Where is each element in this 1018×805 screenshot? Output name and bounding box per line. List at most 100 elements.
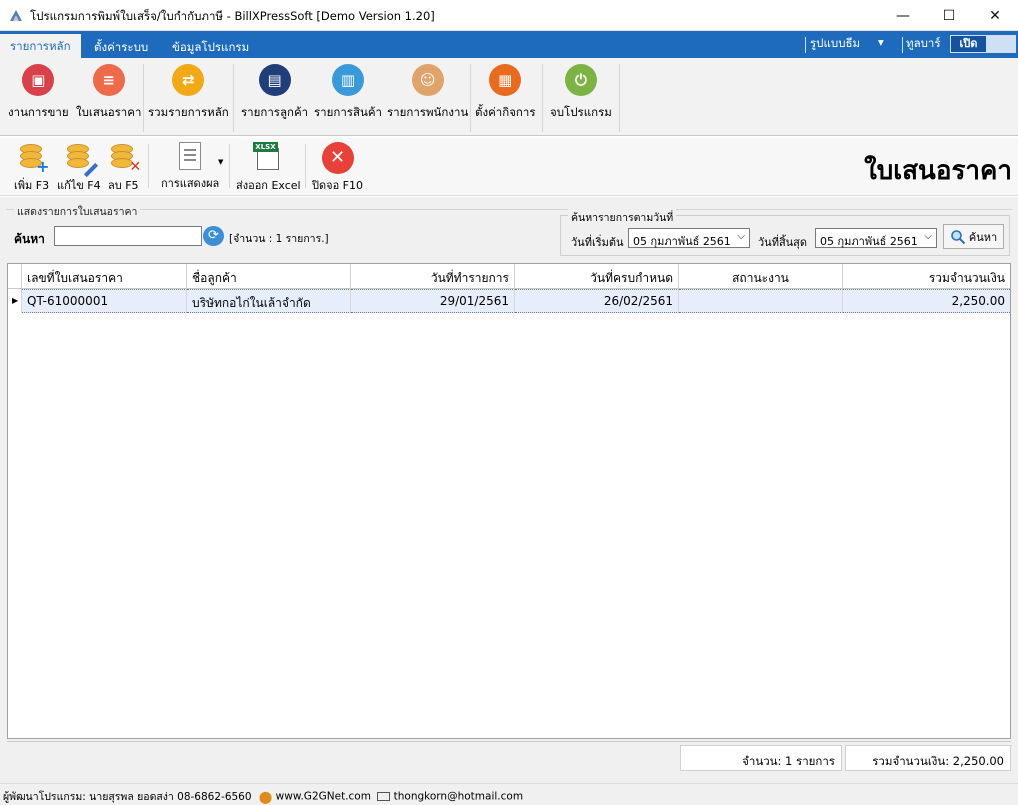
theme-menu[interactable]: รูปแบบธีม: [810, 35, 860, 53]
toolbar-label: ทูลบาร์: [906, 36, 941, 50]
database-edit-icon: [66, 142, 98, 178]
column-header-total[interactable]: รวมจำนวนเงิน: [843, 264, 1010, 289]
summary-count: จำนวน: 1 รายการ: [680, 745, 842, 771]
magnifier-icon: [951, 229, 966, 244]
window-title: โปรแกรมการพิมพ์ใบเสร็จ/ใบกำกับภาษี - Bil…: [30, 9, 435, 23]
toolbar-toggle-track[interactable]: [987, 35, 1016, 53]
end-date-label: วันที่สิ้นสุด: [758, 236, 808, 249]
maximize-button[interactable]: ☐: [926, 0, 972, 31]
find-button[interactable]: ค้นหา: [943, 224, 1004, 249]
cell-customer[interactable]: บริษัทกอไก่ในเล้าจำกัด: [187, 289, 351, 313]
exit-program-button[interactable]: ⏻ จบโปรแกรม: [550, 64, 612, 122]
quotation-list-panel: แสดงรายการใบเสนอราคา ค้นหา ⟳ [จำนวน : 1 …: [0, 197, 1018, 787]
toolbar-divider: [305, 144, 306, 188]
website-link[interactable]: www.G2GNet.com: [276, 791, 371, 803]
employees-button[interactable]: ☺ รายการพนักงาน: [387, 64, 468, 122]
ribbon-divider: [143, 64, 144, 132]
xlsx-badge: XLSX: [253, 142, 278, 152]
database-delete-icon: ✕: [111, 142, 141, 174]
exchange-icon: ⇄: [172, 64, 205, 96]
search-label: ค้นหา: [14, 232, 45, 246]
close-screen-button[interactable]: ✕ ปิดจอ F10: [312, 142, 363, 194]
column-header-date[interactable]: วันที่ทำรายการ: [351, 264, 515, 289]
title-bar: โปรแกรมการพิมพ์ใบเสร็จ/ใบกำกับภาษี - Bil…: [0, 0, 1018, 31]
export-excel-label: ส่งออก Excel: [236, 179, 301, 192]
delete-button[interactable]: ✕ ลบ F5: [108, 142, 141, 194]
cell-status[interactable]: [679, 289, 843, 313]
power-icon: ⏻: [564, 64, 597, 96]
chevron-down-icon: ⌵: [737, 231, 745, 242]
tab-divider: [902, 37, 903, 53]
group-label: แสดงรายการใบเสนอราคา: [14, 203, 141, 220]
end-date-picker[interactable]: 05 กุมภาพันธ์ 2561 ⌵: [815, 228, 937, 248]
find-label: ค้นหา: [968, 230, 998, 244]
cell-due-date[interactable]: 26/02/2561: [515, 289, 679, 313]
tab-program-info[interactable]: ข้อมูลโปรแกรม: [162, 36, 259, 58]
business-settings-button[interactable]: ▦ ตั้งค่ากิจการ: [475, 64, 536, 122]
ribbon-tab-bar: รายการหลัก ตั้งค่าระบบ ข้อมูลโปรแกรม รูป…: [0, 31, 1018, 58]
excel-export-icon: XLSX: [253, 142, 283, 172]
toolbar-divider: [148, 144, 149, 188]
toolbar: + เพิ่ม F3 แก้ไข F4 ✕ ลบ F5 การแสดงผล ▼ …: [0, 138, 1018, 196]
email-link[interactable]: thongkorn@hotmail.com: [394, 791, 523, 803]
cell-number[interactable]: QT-61000001: [22, 289, 187, 313]
view-mode-label: การแสดงผล: [161, 177, 220, 190]
developer-info: ผู้พัฒนาโปรแกรม: นายสุรพล ยอดสง่า 08-686…: [3, 791, 252, 803]
minimize-button[interactable]: —: [880, 0, 926, 31]
search-input[interactable]: [54, 226, 202, 246]
close-screen-label: ปิดจอ F10: [312, 179, 363, 192]
cell-date[interactable]: 29/01/2561: [351, 289, 515, 313]
employees-label: รายการพนักงาน: [387, 105, 469, 119]
dropdown-arrow-icon[interactable]: ▼: [218, 158, 223, 166]
document-icon: [179, 142, 202, 170]
close-window-button[interactable]: ✕: [972, 0, 1018, 31]
all-items-button[interactable]: ⇄ รวมรายการหลัก: [148, 64, 229, 122]
add-button[interactable]: + เพิ่ม F3: [14, 142, 50, 194]
tab-divider: [805, 37, 806, 53]
column-header-customer[interactable]: ชื่อลูกค้า: [187, 264, 351, 289]
column-header-number[interactable]: เลขที่ใบเสนอราคา: [22, 264, 187, 289]
tab-main-items[interactable]: รายการหลัก: [0, 34, 81, 58]
customers-label: รายการลูกค้า: [241, 105, 309, 119]
column-header-due-date[interactable]: วันที่ครบกำหนด: [515, 264, 679, 289]
employees-icon: ☺: [411, 64, 444, 96]
start-date-picker[interactable]: 05 กุมภาพันธ์ 2561 ⌵: [628, 228, 750, 248]
status-bar: ผู้พัฒนาโปรแกรม: นายสุรพล ยอดสง่า 08-686…: [0, 783, 1018, 805]
customer-card-icon: ▤: [258, 64, 291, 96]
edit-button[interactable]: แก้ไข F4: [57, 142, 101, 194]
database-add-icon: +: [19, 142, 50, 175]
edit-label: แก้ไข F4: [57, 179, 101, 192]
products-icon: ▥: [332, 64, 364, 96]
view-mode-button[interactable]: การแสดงผล: [161, 142, 219, 192]
business-settings-label: ตั้งค่ากิจการ: [475, 105, 536, 119]
ribbon-panel: ▣ งานการขาย ≡ ใบเสนอราคา ⇄ รวมรายการหลัก…: [0, 58, 1018, 136]
page-title: ใบเสนอราคา: [864, 156, 1012, 186]
sales-button[interactable]: ▣ งานการขาย: [8, 64, 69, 122]
export-excel-button[interactable]: XLSX ส่งออก Excel: [236, 142, 301, 194]
products-button[interactable]: ▥ รายการสินค้า: [314, 64, 382, 122]
business-settings-icon: ▦: [489, 64, 522, 96]
start-date-label: วันที่เริ่มต้น: [571, 236, 624, 249]
cell-total[interactable]: 2,250.00: [843, 289, 1010, 313]
add-label: เพิ่ม F3: [14, 179, 50, 192]
summary-bar: จำนวน: 1 รายการ รวมจำนวนเงิน: 2,250.00: [7, 741, 1011, 771]
record-count: [จำนวน : 1 รายการ.]: [229, 233, 329, 245]
customers-button[interactable]: ▤ รายการลูกค้า: [241, 64, 308, 122]
chevron-down-icon[interactable]: ▾: [878, 35, 884, 49]
mail-icon: [377, 792, 391, 801]
start-date-value: 05 กุมภาพันธ์ 2561: [633, 235, 731, 248]
app-logo-icon: [10, 10, 22, 21]
group-divider: [6, 209, 1012, 210]
delete-label: ลบ F5: [108, 179, 139, 192]
toolbar-toggle[interactable]: เปิด: [950, 35, 987, 53]
row-header-corner: [8, 264, 22, 289]
tab-system-settings[interactable]: ตั้งค่าระบบ: [84, 36, 158, 58]
products-label: รายการสินค้า: [314, 105, 383, 119]
quotation-table: เลขที่ใบเสนอราคา ชื่อลูกค้า วันที่ทำรายก…: [7, 263, 1011, 739]
quotation-button[interactable]: ≡ ใบเสนอราคา: [76, 64, 141, 122]
ribbon-divider: [470, 64, 471, 132]
summary-total: รวมจำนวนเงิน: 2,250.00: [845, 745, 1011, 771]
column-header-status[interactable]: สถานะงาน: [679, 264, 843, 289]
refresh-icon[interactable]: ⟳: [203, 226, 224, 246]
row-marker-icon[interactable]: ▶: [8, 289, 22, 313]
